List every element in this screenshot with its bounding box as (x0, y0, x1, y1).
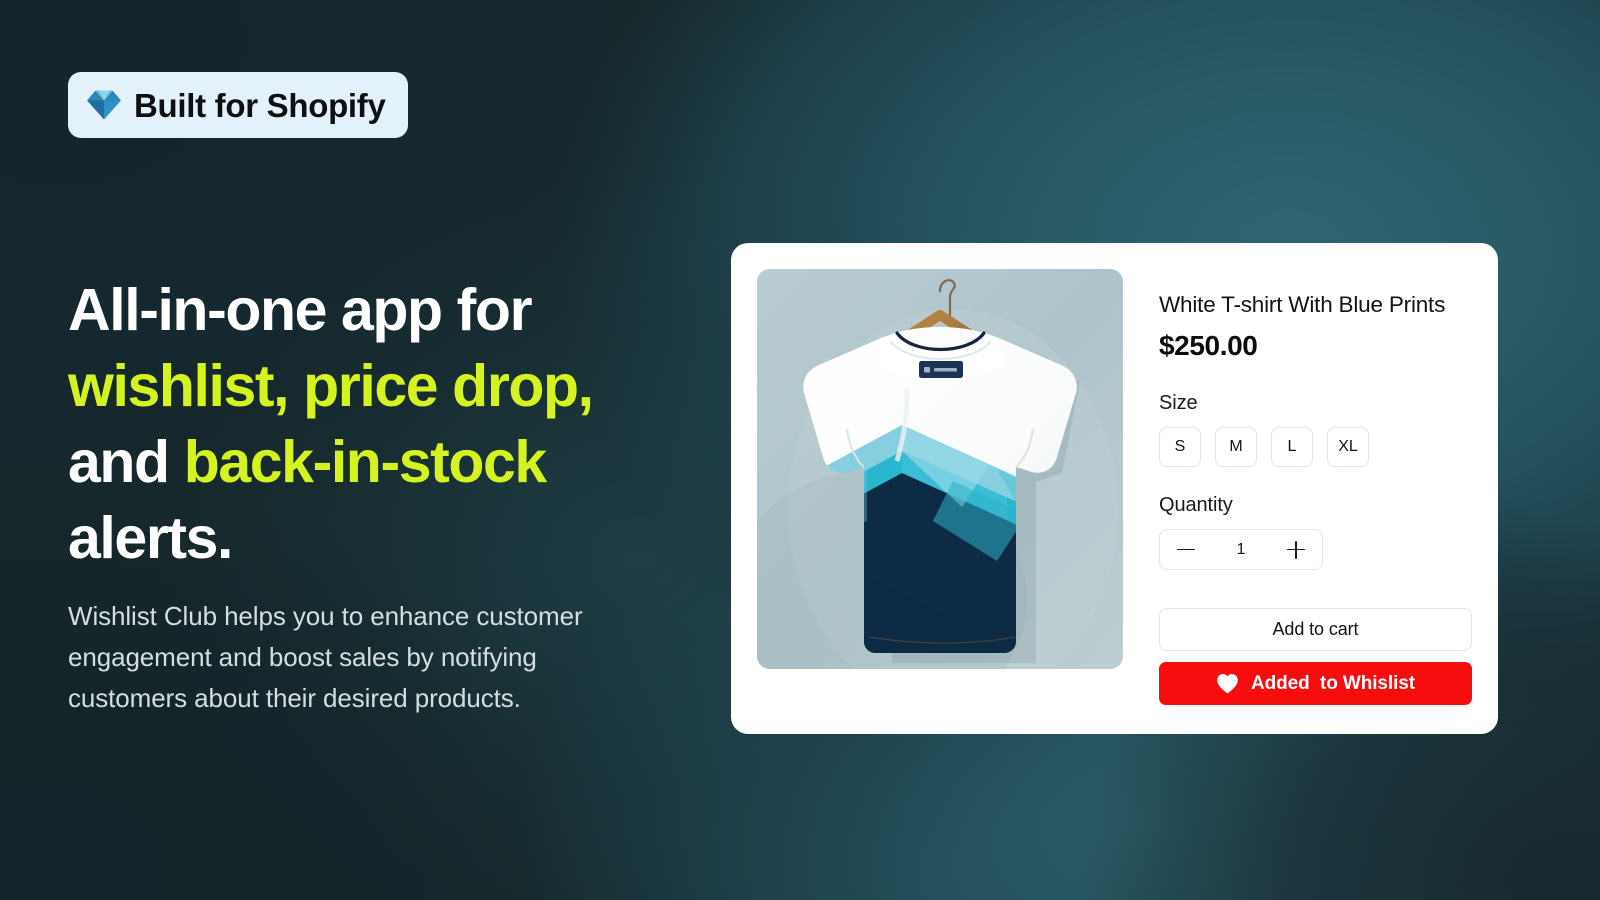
product-details: White T-shirt With Blue Prints $250.00 S… (1159, 269, 1472, 708)
size-option-l[interactable]: L (1271, 427, 1313, 467)
headline-line-3-accent: back-in-stock (183, 429, 548, 495)
added-to-wishlist-button[interactable]: Added to Whislist (1159, 662, 1472, 705)
wishlist-button-label: Added to Whislist (1251, 672, 1415, 694)
headline-line-1: All-in-one app for (68, 277, 533, 343)
product-price: $250.00 (1159, 330, 1258, 361)
hero-subtext: Wishlist Club helps you to enhance custo… (68, 601, 583, 713)
size-option-xl[interactable]: XL (1327, 427, 1369, 467)
add-to-cart-button[interactable]: Add to cart (1159, 608, 1472, 651)
size-label: Size (1159, 392, 1198, 414)
product-card: White T-shirt With Blue Prints $250.00 S… (731, 243, 1498, 734)
heart-filled-icon (1217, 673, 1238, 694)
size-options: S M L XL (1159, 427, 1472, 467)
quantity-stepper: 1 (1159, 529, 1323, 570)
headline-line-2: wishlist, price drop, (68, 353, 594, 419)
product-image (757, 269, 1123, 669)
headline-line-4: alerts. (68, 505, 233, 571)
plus-icon[interactable] (1286, 540, 1306, 560)
quantity-value[interactable]: 1 (1237, 541, 1246, 559)
hero-headline: All-in-one app for wishlist, price drop, a… (68, 272, 708, 576)
size-option-m[interactable]: M (1215, 427, 1257, 467)
gem-diamond-icon (87, 90, 121, 120)
headline-line-3-prefix: and (68, 429, 184, 495)
product-title: White T-shirt With Blue Prints (1159, 292, 1446, 317)
quantity-label: Quantity (1159, 494, 1233, 516)
built-for-shopify-badge: Built for Shopify (68, 72, 408, 138)
minus-icon[interactable] (1176, 540, 1196, 560)
size-option-s[interactable]: S (1159, 427, 1201, 467)
badge-label: Built for Shopify (134, 86, 386, 124)
tshirt-illustration (757, 269, 1123, 669)
